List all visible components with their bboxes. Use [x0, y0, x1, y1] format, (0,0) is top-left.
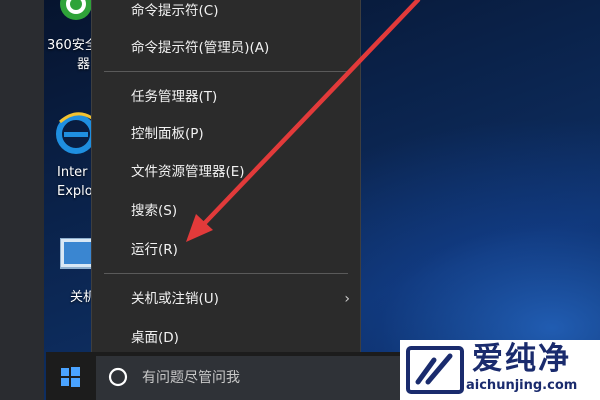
menu-item-label: 命令提示符(管理员)(A) — [131, 40, 270, 56]
menu-item-task-manager[interactable]: 任务管理器(T) — [92, 79, 360, 115]
windows-logo-icon — [61, 367, 80, 387]
360-safe-icon[interactable] — [58, 0, 94, 22]
watermark-url: aichunjing.com — [466, 378, 578, 393]
chevron-right-icon: › — [344, 291, 350, 307]
search-placeholder: 有问题尽管问我 — [142, 370, 240, 386]
left-window-strip — [0, 0, 44, 400]
desktop-icon-label-360-line2: 器 — [77, 57, 91, 72]
menu-item-label: 关机或注销(U) — [131, 291, 219, 307]
watermark-title: 爱纯净 — [472, 341, 571, 377]
menu-item-label: 控制面板(P) — [131, 126, 204, 142]
menu-item-file-explorer[interactable]: 文件资源管理器(E) — [92, 154, 360, 190]
winx-context-menu: 命令提示符(C) 命令提示符(管理员)(A) 任务管理器(T) 控制面板(P) … — [91, 0, 361, 368]
menu-item-run[interactable]: 运行(R) — [92, 232, 360, 268]
desktop-icon-label-ie-line2: Explo — [57, 184, 93, 199]
menu-item-label: 运行(R) — [131, 242, 178, 258]
desktop-icon-label-ie: Inter — [57, 165, 88, 180]
cortana-icon — [108, 367, 128, 387]
start-button[interactable] — [52, 361, 88, 393]
menu-separator — [104, 71, 348, 72]
menu-item-command-prompt-admin[interactable]: 命令提示符(管理员)(A) — [92, 30, 360, 66]
ie-icon[interactable] — [56, 110, 96, 156]
menu-item-desktop[interactable]: 桌面(D) — [92, 320, 360, 356]
menu-item-search[interactable]: 搜索(S) — [92, 193, 360, 229]
menu-item-label: 任务管理器(T) — [131, 89, 218, 105]
menu-item-label: 命令提示符(C) — [131, 3, 219, 19]
menu-item-shutdown-signout[interactable]: 关机或注销(U) › — [92, 281, 360, 317]
menu-item-control-panel[interactable]: 控制面板(P) — [92, 116, 360, 152]
menu-item-label: 文件资源管理器(E) — [131, 164, 245, 180]
aichunjing-logo-icon — [406, 346, 464, 394]
menu-separator — [104, 273, 348, 274]
menu-item-label: 搜索(S) — [131, 203, 178, 219]
menu-item-label: 桌面(D) — [131, 330, 179, 346]
menu-item-command-prompt[interactable]: 命令提示符(C) — [92, 0, 360, 29]
desktop-screen: 360安全 器 Inter Explo 关机 命令提示符(C) 命令提示符(管理… — [0, 0, 600, 400]
